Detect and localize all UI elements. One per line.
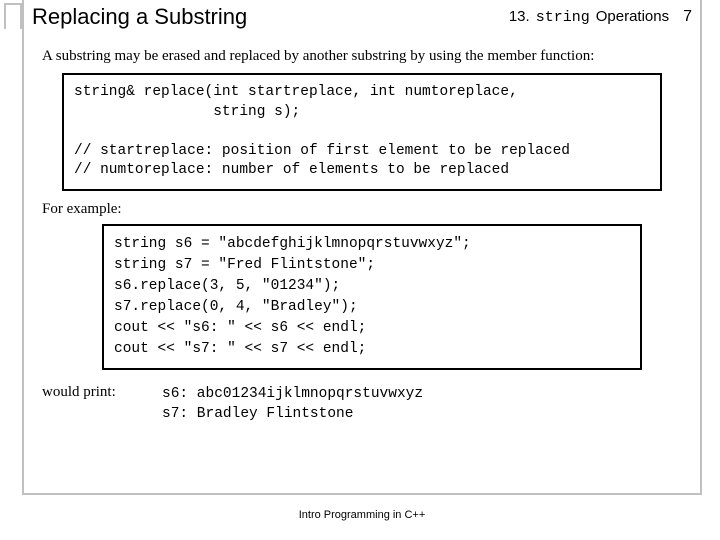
slide-title: Replacing a Substring: [22, 4, 509, 30]
slide-page: Replacing a Substring 13. string Operati…: [22, 0, 702, 495]
chapter-word: Operations: [596, 8, 669, 25]
function-signature-box: string& replace(int startreplace, int nu…: [62, 73, 662, 191]
chapter-code-word: string: [536, 9, 590, 26]
slide-body: A substring may be erased and replaced b…: [24, 30, 700, 425]
corner-tab-icon: [4, 3, 22, 29]
intro-text: A substring may be erased and replaced b…: [42, 48, 682, 65]
chapter-label: 13. string Operations 7: [509, 8, 692, 26]
for-example-label: For example:: [42, 201, 682, 218]
page-number: 7: [675, 8, 692, 26]
output-row: would print: s6: abc01234ijklmnopqrstuvw…: [42, 384, 682, 425]
output-text: s6: abc01234ijklmnopqrstuvwxyz s7: Bradl…: [142, 384, 423, 425]
example-code-box: string s6 = "abcdefghijklmnopqrstuvwxyz"…: [102, 224, 642, 370]
slide-header: Replacing a Substring 13. string Operati…: [24, 0, 700, 30]
chapter-number: 13.: [509, 8, 530, 25]
footer-text: Intro Programming in C++: [24, 509, 700, 521]
would-print-label: would print:: [42, 384, 142, 401]
